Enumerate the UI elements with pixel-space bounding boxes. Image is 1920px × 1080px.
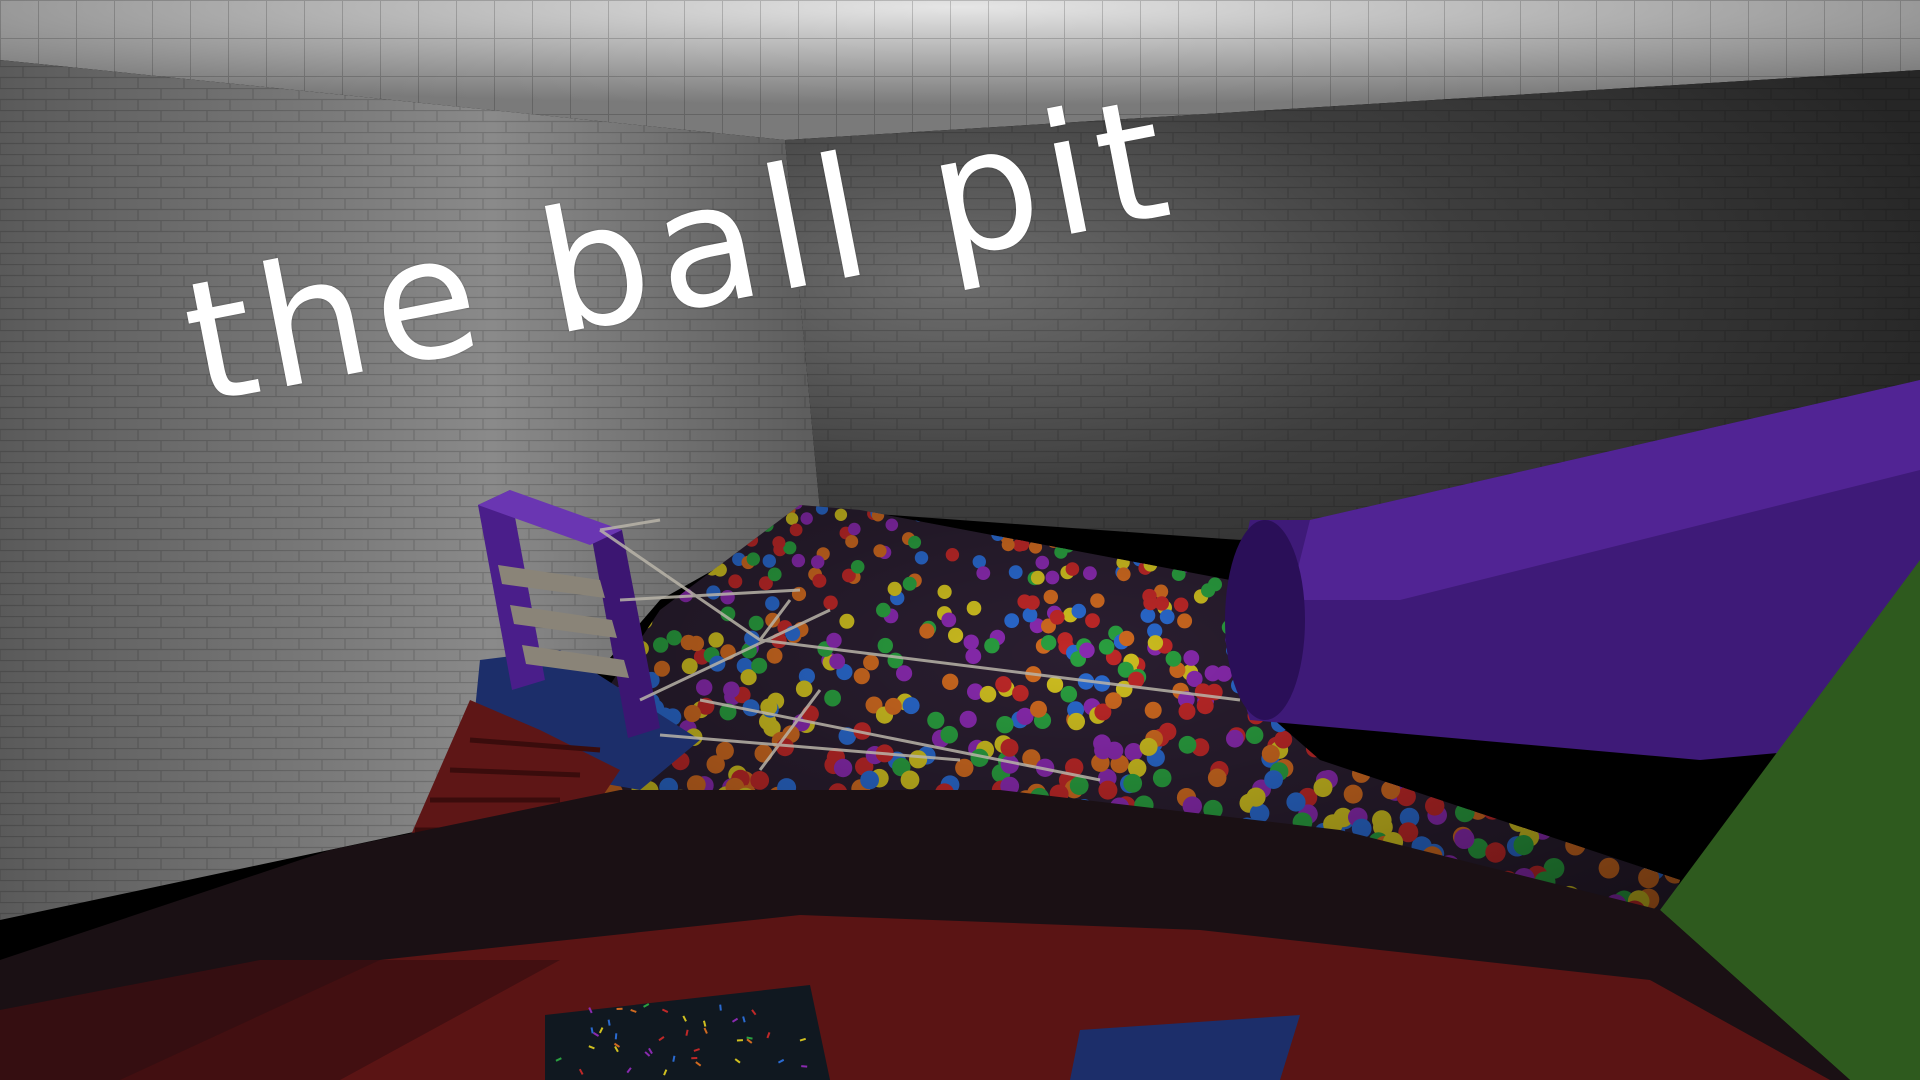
ball [1572,786,1593,806]
ball [1109,540,1123,554]
ball [1589,816,1610,837]
ball [1448,770,1468,790]
ball [1424,735,1443,753]
ball [1621,804,1641,824]
ball [1531,763,1551,782]
ball [1165,535,1179,549]
ball [1633,794,1653,815]
purple-tube-opening [1225,520,1305,720]
ball [1597,822,1617,843]
ball [1358,734,1376,753]
ball [1568,780,1588,800]
ball [1551,792,1571,813]
confetti-mark [736,1039,744,1042]
ball [1550,797,1571,818]
ball [1338,750,1358,769]
ball [1668,819,1680,840]
ball [1086,532,1100,546]
ball [1373,729,1391,748]
ball [1539,747,1558,767]
ball [1570,756,1590,775]
ball [1629,821,1650,842]
ball [1436,763,1455,783]
ball [1595,808,1615,829]
ball [1678,779,1680,799]
ball [1396,737,1415,756]
ball [1568,785,1588,805]
ball [1666,843,1680,864]
ball [1566,754,1585,774]
ball [1347,741,1366,760]
ball [1662,794,1680,814]
ball [1317,739,1336,758]
ball [1510,797,1530,818]
ball [1557,747,1576,766]
confetti-mark [691,1057,698,1060]
ball [1399,763,1418,782]
ball [1471,788,1491,808]
ball [1560,767,1579,787]
ball [1367,754,1386,773]
ball [1052,526,1066,540]
ball [1096,531,1109,544]
ball [1439,741,1458,760]
ball [1423,761,1442,780]
ball [1657,769,1676,789]
ball [1569,759,1588,778]
ball [1667,807,1680,828]
ball [1521,765,1541,784]
confetti-mark [616,1007,623,1011]
ball [1662,815,1680,836]
ball [1463,782,1483,802]
ball [1478,744,1497,763]
ball [1507,777,1527,796]
ball [1648,827,1669,848]
ball [1672,792,1680,813]
ball [1359,737,1378,755]
ball [1589,762,1609,782]
ball [1444,748,1463,767]
ball [1618,788,1638,808]
ball [1567,790,1587,810]
ball [1649,768,1668,788]
ball [1538,762,1557,781]
